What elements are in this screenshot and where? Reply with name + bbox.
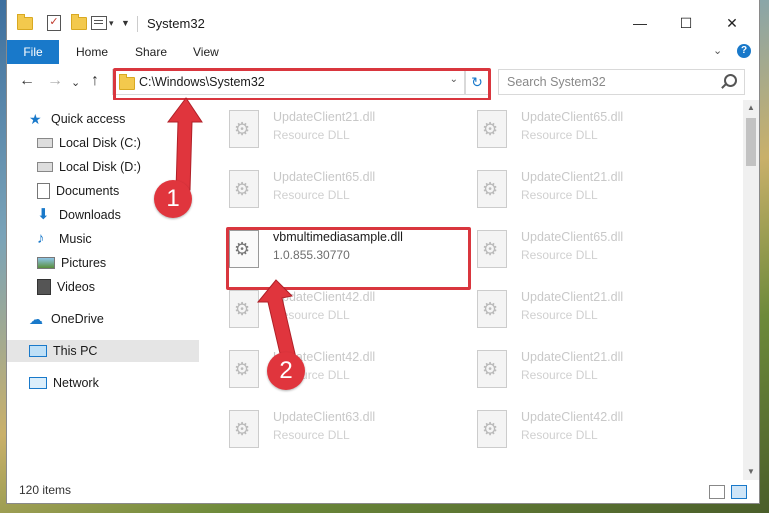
annotation-arrows [167,97,297,363]
callout-1: 1 [154,180,192,218]
callout-2: 2 [267,352,305,390]
arrow-1 [167,97,203,191]
arrow-2 [256,279,297,363]
